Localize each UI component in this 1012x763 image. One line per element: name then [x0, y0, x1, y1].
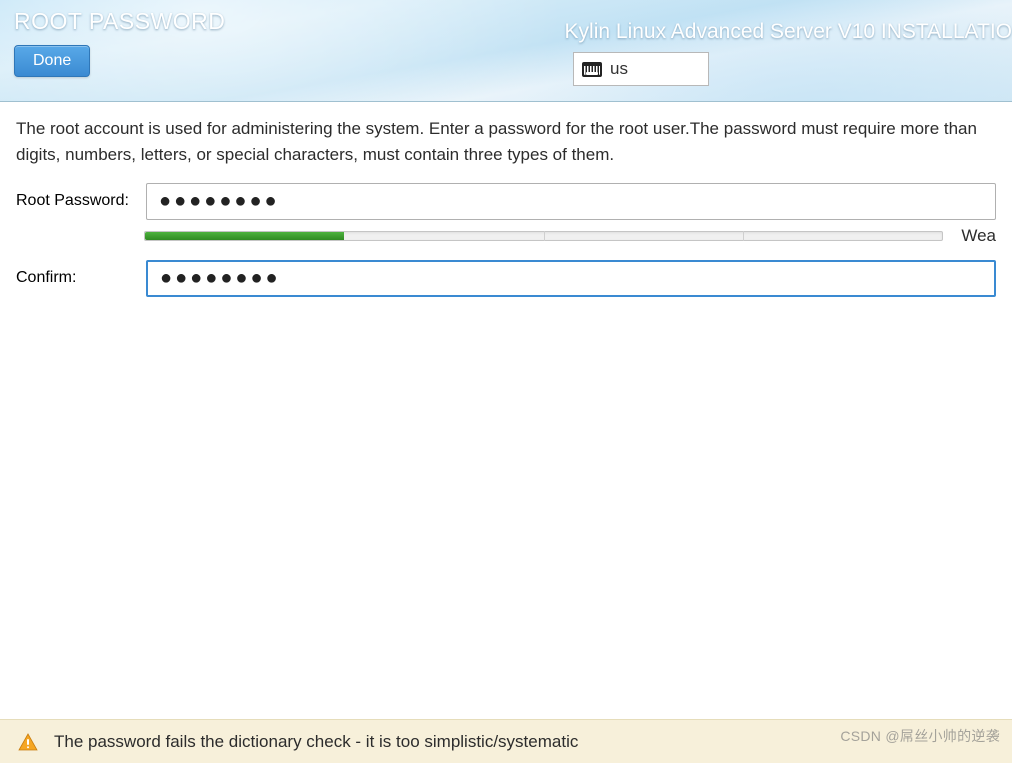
installer-title: Kylin Linux Advanced Server V10 INSTALLA…: [565, 20, 1012, 44]
description-text: The root account is used for administeri…: [16, 116, 996, 169]
root-password-row: Root Password:: [16, 183, 996, 220]
warning-icon: [18, 733, 38, 751]
password-strength-label: Wea: [961, 226, 996, 246]
keyboard-icon: [582, 62, 602, 77]
confirm-password-row: Confirm:: [16, 260, 996, 297]
warning-bar: The password fails the dictionary check …: [0, 719, 1012, 763]
done-button[interactable]: Done: [14, 45, 90, 77]
header: ROOT PASSWORD Done Kylin Linux Advanced …: [0, 0, 1012, 102]
password-strength-bar: [144, 231, 943, 241]
confirm-password-label: Confirm:: [16, 269, 146, 287]
warning-text: The password fails the dictionary check …: [54, 732, 578, 752]
content-area: The root account is used for administeri…: [0, 102, 1012, 297]
password-strength-row: Wea: [16, 226, 996, 246]
password-strength-fill: [145, 232, 344, 240]
root-password-label: Root Password:: [16, 192, 146, 210]
confirm-password-input[interactable]: [146, 260, 996, 297]
keyboard-layout-selector[interactable]: us: [573, 52, 709, 86]
keyboard-layout-label: us: [610, 59, 628, 79]
root-password-input[interactable]: [146, 183, 996, 220]
